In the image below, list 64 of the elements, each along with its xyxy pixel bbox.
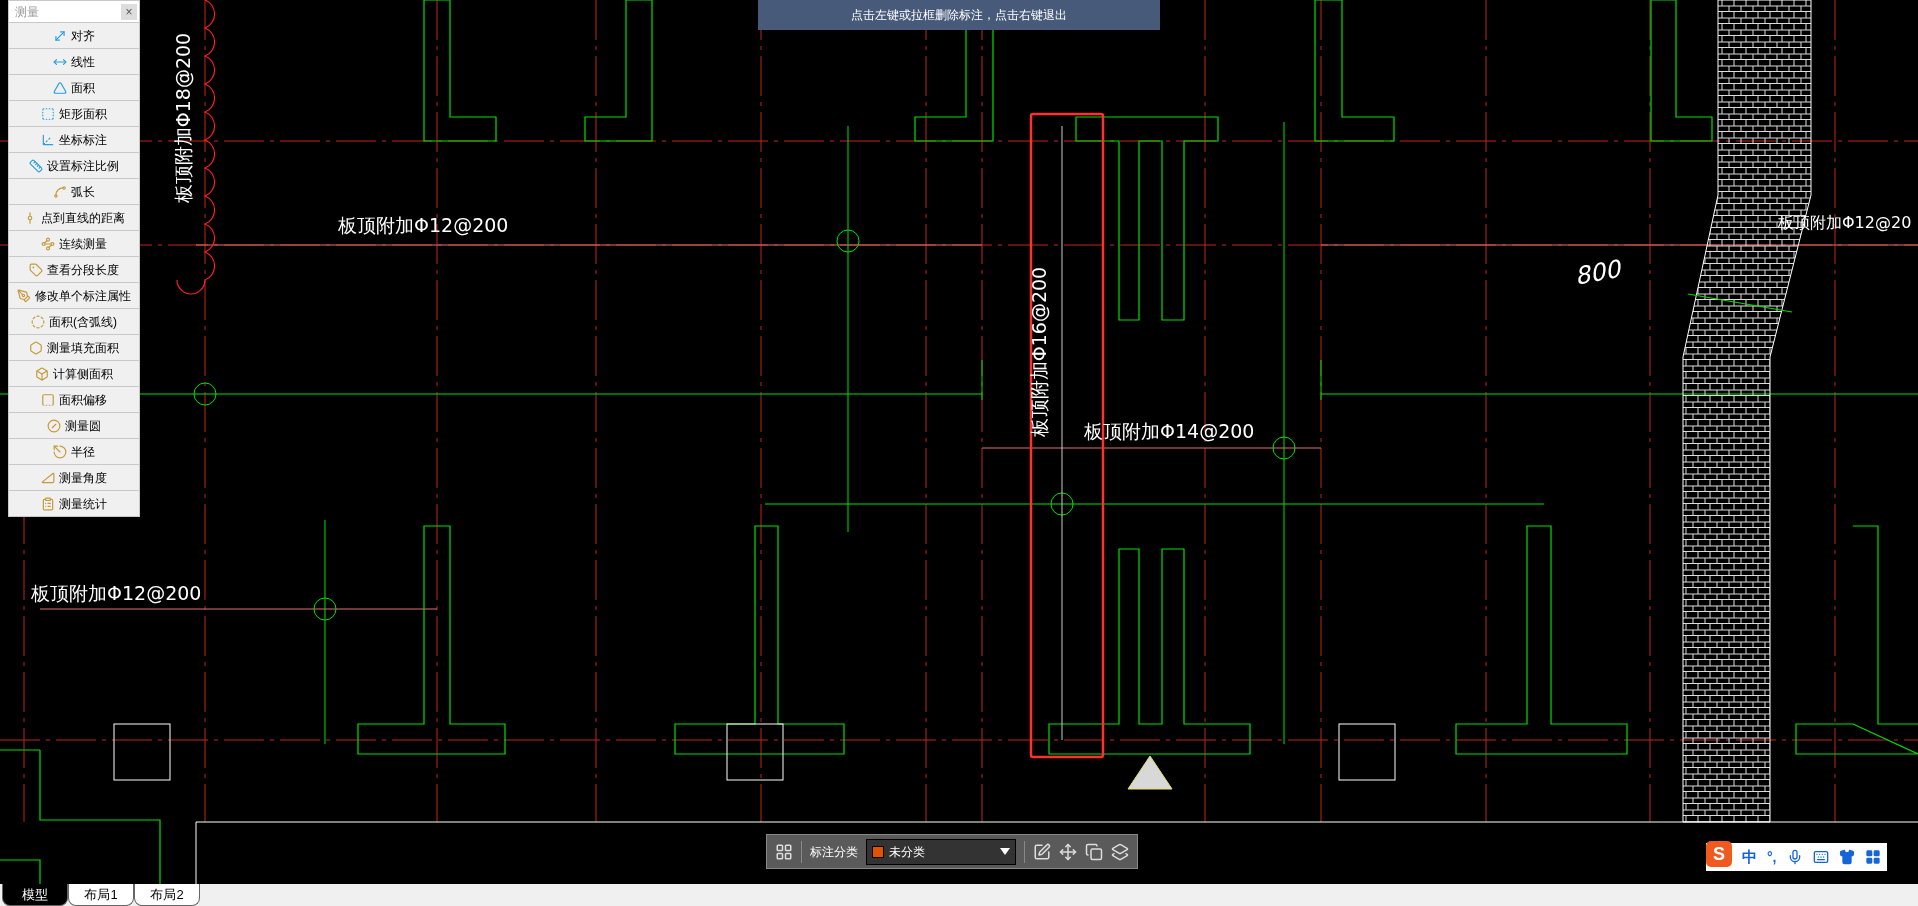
diagonal-arrow-icon <box>53 28 67 43</box>
radius-icon <box>53 444 67 459</box>
measure-tool-button[interactable]: 计算侧面积 <box>9 360 139 386</box>
category-swatch-icon <box>872 845 884 858</box>
tag-icon <box>29 262 43 277</box>
pen-icon <box>17 288 31 303</box>
measure-tool-button[interactable]: 修改单个标注属性 <box>9 282 139 308</box>
rebar-label: 板顶附加Φ18@200 <box>172 32 194 204</box>
rebar-label: 板顶附加Φ16@200 <box>1028 266 1050 438</box>
measure-tool-button[interactable]: 测量统计 <box>9 490 139 516</box>
ime-mode[interactable]: 中 <box>1742 845 1757 869</box>
close-button[interactable]: × <box>121 3 137 20</box>
measure-tool-button[interactable]: 测量填充面积 <box>9 334 139 360</box>
measure-tool-button[interactable]: 连续测量 <box>9 230 139 256</box>
grid-icon[interactable] <box>1864 849 1881 865</box>
measure-tool-button[interactable]: 面积(含弧线) <box>9 308 139 334</box>
category-label: 标注分类 <box>810 843 858 861</box>
measure-tool-button[interactable]: 矩形面积 <box>9 100 139 126</box>
clipboard-icon <box>41 496 55 511</box>
measure-tool-button[interactable]: 测量圆 <box>9 412 139 438</box>
angle-icon <box>41 470 55 485</box>
measure-tool-button[interactable]: 半径 <box>9 438 139 464</box>
layers-icon[interactable] <box>1111 842 1129 861</box>
dimension-label: 800 <box>1575 253 1624 291</box>
measure-tool-button[interactable]: 面积偏移 <box>9 386 139 412</box>
measure-tool-button[interactable]: 对齐 <box>9 22 139 48</box>
curve-icon <box>53 184 67 199</box>
edit-icon[interactable] <box>1033 842 1051 861</box>
triangle-icon <box>53 80 67 95</box>
measure-tool-button[interactable]: 点到直线的距离 <box>9 204 139 230</box>
measure-tool-button[interactable]: 面积 <box>9 74 139 100</box>
measure-tool-button[interactable]: 测量角度 <box>9 464 139 490</box>
measure-tool-button[interactable]: 弧长 <box>9 178 139 204</box>
caret-icon <box>1000 848 1010 855</box>
waypoints-icon <box>41 236 55 251</box>
hexagon-icon <box>29 340 43 355</box>
measure-tool-button[interactable]: 设置标注比例 <box>9 152 139 178</box>
triangle-marker <box>1127 755 1173 790</box>
layout-tab[interactable]: 模型 <box>2 884 68 906</box>
keyboard-icon[interactable] <box>1812 849 1829 865</box>
panel-title: 测量 <box>15 3 39 21</box>
cube-icon <box>35 366 49 381</box>
measure-tool-button[interactable]: 坐标标注 <box>9 126 139 152</box>
rebar-label: 板顶附加Φ12@20 <box>1778 213 1912 232</box>
measure-tool-button[interactable]: 查看分段长度 <box>9 256 139 282</box>
axis-icon <box>41 132 55 147</box>
rebar-label: 板顶附加Φ12@200 <box>31 582 202 604</box>
ruler-icon <box>29 158 43 173</box>
ime-punctuation[interactable]: °, <box>1767 846 1777 868</box>
copy-icon[interactable] <box>1085 842 1103 861</box>
rebar-label: 板顶附加Φ12@200 <box>338 214 509 236</box>
shirt-icon[interactable] <box>1838 849 1855 865</box>
measure-tool-button[interactable]: 线性 <box>9 48 139 74</box>
ime-logo: S <box>1706 841 1732 867</box>
prompt-banner: 点击左键或拉框删除标注，点击右键退出 <box>758 0 1160 30</box>
hatched-circle-icon <box>47 418 61 433</box>
move-icon[interactable] <box>1059 842 1077 861</box>
layout-tab[interactable]: 布局1 <box>68 884 134 906</box>
dashed-circle-icon <box>31 314 45 329</box>
layout-tab[interactable]: 布局2 <box>134 884 200 906</box>
category-dropdown[interactable]: 未分类 <box>866 838 1016 865</box>
grid-icon[interactable] <box>775 842 793 861</box>
square-icon <box>41 392 55 407</box>
dashed-square-icon <box>41 106 55 121</box>
